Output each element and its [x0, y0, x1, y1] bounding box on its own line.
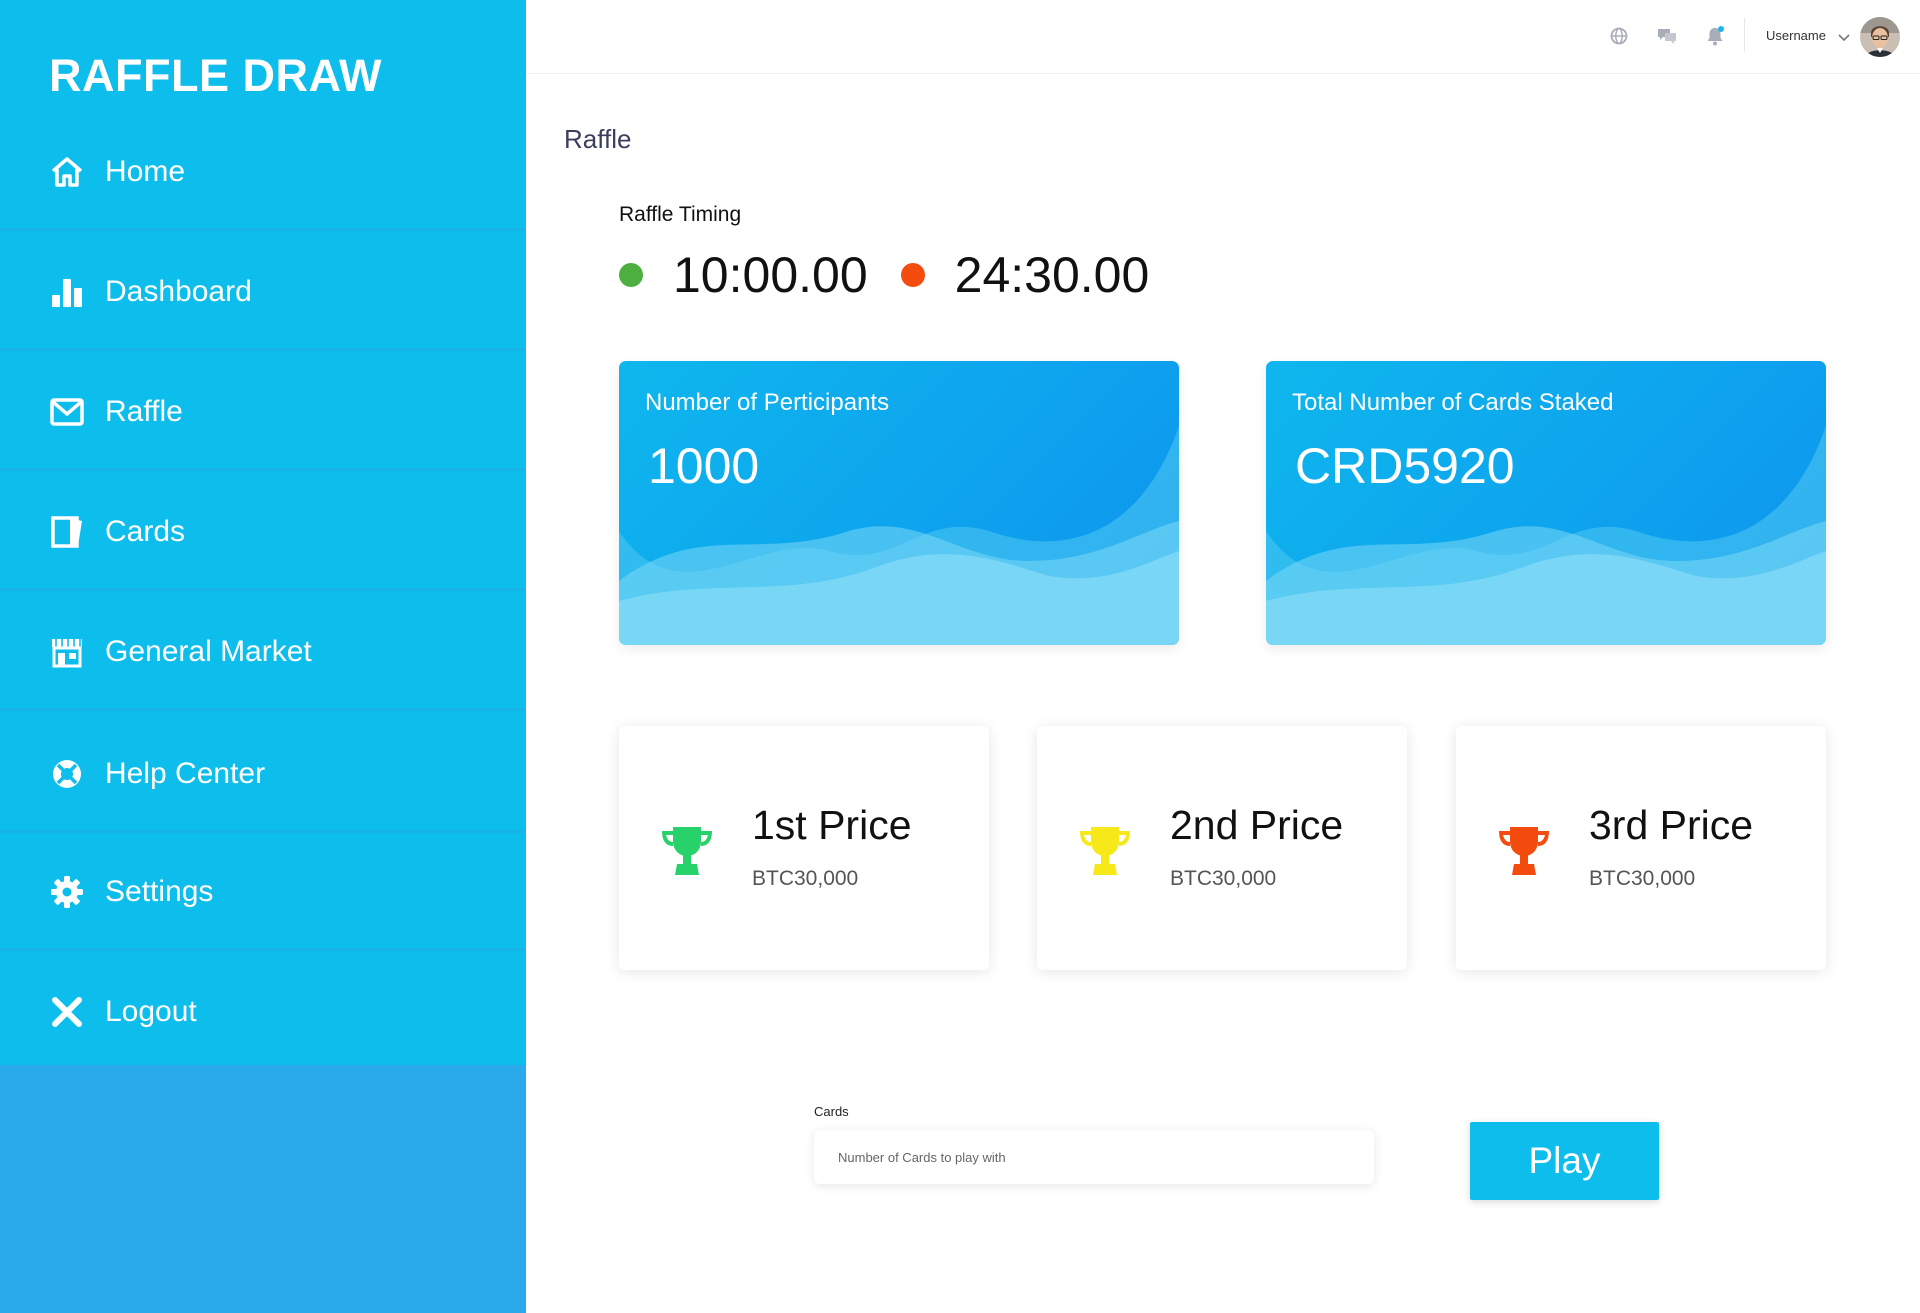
envelope-icon [49, 394, 85, 430]
sidebar-item-label: Help Center [105, 757, 266, 790]
app: RAFFLE DRAW Home Dashboard Raffle Cards … [0, 0, 1920, 1313]
prize-card-first: 1st Price BTC30,000 [619, 726, 989, 970]
divider [0, 348, 526, 351]
lifebuoy-icon [49, 756, 85, 792]
participants-card: Number of Perticipants 1000 [619, 361, 1179, 645]
end-time: 24:30.00 [954, 247, 1150, 303]
cards-count-input[interactable] [814, 1130, 1374, 1184]
bar-chart-icon [49, 274, 85, 310]
play-button[interactable]: Play [1470, 1122, 1659, 1200]
prize-card-third: 3rd Price BTC30,000 [1456, 726, 1826, 970]
chevron-down-icon[interactable] [1838, 30, 1850, 48]
prize-amount: BTC30,000 [1589, 867, 1696, 890]
stat-value: 1000 [648, 438, 760, 494]
divider [0, 708, 526, 711]
trophy-icon [1080, 827, 1130, 875]
sidebar-item-cards[interactable]: Cards [0, 473, 526, 591]
globe-icon[interactable] [1609, 26, 1629, 46]
sidebar-item-settings[interactable]: Settings [0, 833, 526, 951]
gear-icon [49, 874, 85, 910]
sidebar-item-label: Home [105, 155, 186, 188]
sidebar-item-label: Dashboard [105, 275, 252, 308]
avatar[interactable] [1860, 17, 1900, 57]
username-label[interactable]: Username [1766, 28, 1826, 43]
cards-field-label: Cards [814, 1104, 849, 1119]
sidebar-item-label: Settings [105, 875, 214, 908]
notification-dot [1718, 26, 1724, 32]
sidebar-item-label: General Market [105, 635, 312, 668]
stat-title: Number of Perticipants [645, 389, 890, 416]
start-time: 10:00.00 [673, 247, 868, 303]
store-icon [49, 634, 85, 670]
raffle-timer: 10:00.00 24:30.00 [619, 240, 1182, 310]
sidebar-item-help-center[interactable]: Help Center [0, 715, 526, 833]
stat-value: CRD5920 [1295, 438, 1515, 494]
sidebar-item-general-market[interactable]: General Market [0, 593, 526, 711]
prize-amount: BTC30,000 [1170, 867, 1277, 890]
divider [0, 588, 526, 591]
divider [1744, 18, 1745, 52]
page-title: Raffle [564, 124, 632, 154]
prize-amount: BTC30,000 [752, 867, 859, 890]
prize-card-second: 2nd Price BTC30,000 [1037, 726, 1407, 970]
sidebar: RAFFLE DRAW Home Dashboard Raffle Cards … [0, 0, 526, 1313]
end-status-dot [900, 263, 925, 287]
divider [0, 468, 526, 471]
top-bar: Username [526, 0, 1920, 74]
sidebar-item-home[interactable]: Home [0, 113, 526, 231]
sidebar-item-label: Raffle [105, 395, 183, 428]
sidebar-item-dashboard[interactable]: Dashboard [0, 233, 526, 351]
brand-logo: RAFFLE DRAW [49, 50, 382, 101]
raffle-timing-label: Raffle Timing [619, 203, 742, 226]
trophy-icon [1499, 827, 1549, 875]
prize-title: 3rd Price [1589, 802, 1754, 848]
sidebar-item-raffle[interactable]: Raffle [0, 353, 526, 471]
sidebar-item-label: Cards [105, 515, 186, 548]
chat-icon[interactable] [1657, 26, 1677, 46]
prize-title: 2nd Price [1170, 802, 1344, 848]
sidebar-item-logout[interactable]: Logout [0, 953, 526, 1071]
prize-title: 1st Price [752, 802, 912, 848]
trophy-icon [662, 827, 712, 875]
divider [0, 228, 526, 231]
cards-staked-card: Total Number of Cards Staked CRD5920 [1266, 361, 1826, 645]
bell-icon[interactable] [1705, 26, 1725, 46]
stat-title: Total Number of Cards Staked [1292, 389, 1614, 416]
divider [0, 948, 526, 951]
sidebar-item-label: Logout [105, 995, 197, 1028]
start-status-dot [619, 263, 643, 287]
card-icon [49, 514, 85, 550]
home-icon [49, 154, 85, 190]
close-icon [49, 994, 85, 1030]
